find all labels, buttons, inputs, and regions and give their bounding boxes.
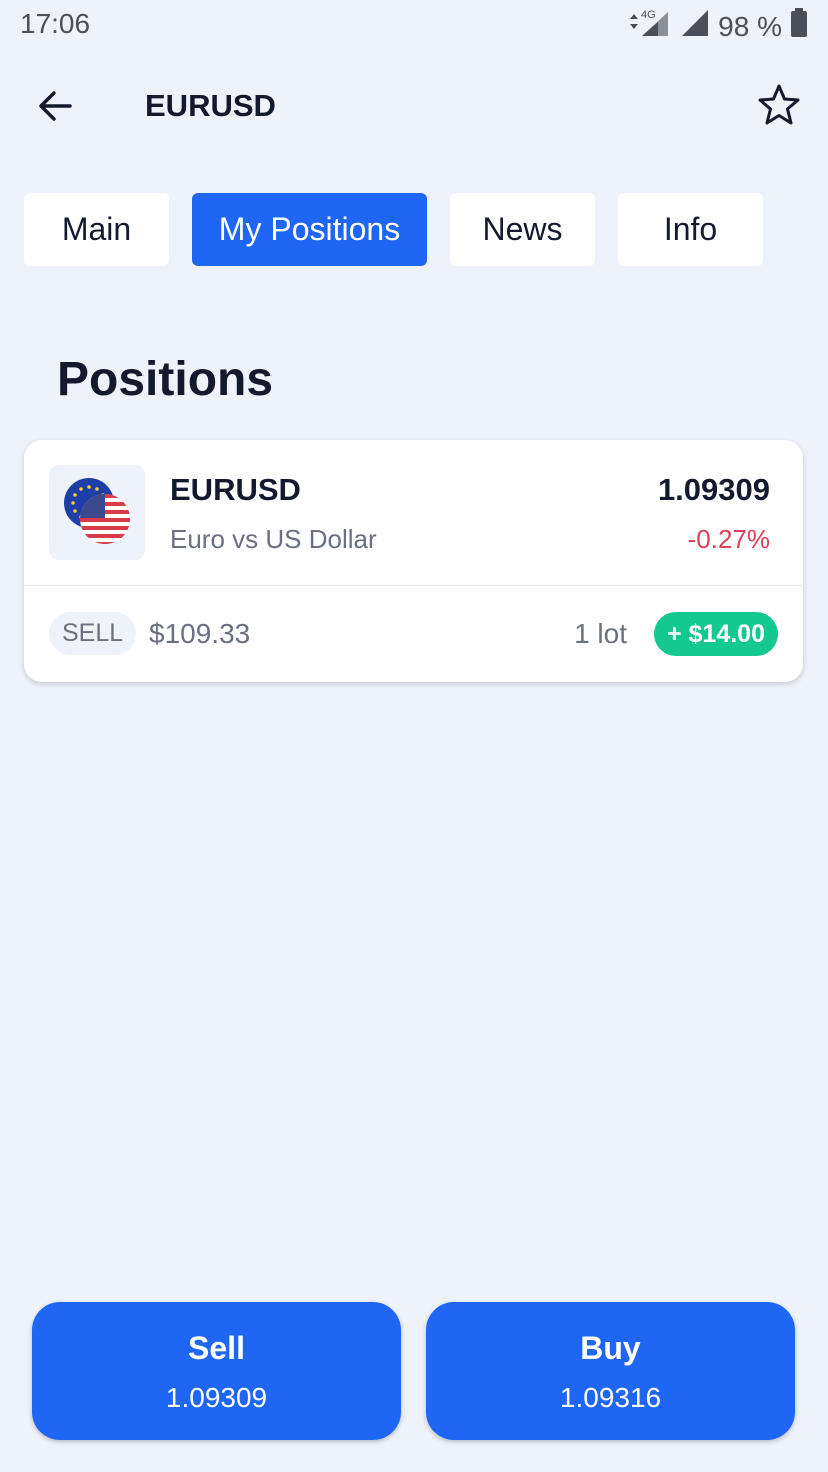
tab-my-positions[interactable]: My Positions <box>192 193 427 266</box>
status-bar: 17:06 4G 98 % <box>0 0 828 50</box>
network-signal-icon: 4G <box>628 8 672 45</box>
instrument-description: Euro vs US Dollar <box>170 524 377 554</box>
page-title: EURUSD <box>145 88 276 123</box>
instrument-price: 1.09309 <box>657 472 770 507</box>
buy-button[interactable]: Buy 1.09316 <box>426 1302 795 1440</box>
sell-button[interactable]: Sell 1.09309 <box>32 1302 401 1440</box>
position-instrument-row: EURUSD Euro vs US Dollar 1.09309 -0.27% <box>24 440 803 586</box>
tab-news[interactable]: News <box>450 193 595 266</box>
tab-info[interactable]: Info <box>618 193 763 266</box>
position-side-badge: SELL <box>49 612 137 655</box>
battery-icon <box>790 8 808 45</box>
sell-button-label: Sell <box>188 1330 245 1366</box>
sell-button-price: 1.09309 <box>165 1382 268 1413</box>
tab-main[interactable]: Main <box>24 193 169 266</box>
buy-button-price: 1.09316 <box>559 1382 662 1413</box>
position-amount: $109.33 <box>149 618 251 649</box>
network-type-label: 4G <box>641 9 656 21</box>
status-icons: 4G 98 % <box>628 8 808 45</box>
cell-signal-icon <box>680 8 710 45</box>
price-change: -0.27% <box>687 524 770 554</box>
status-time: 17:06 <box>20 8 91 39</box>
tab-bar: Main My Positions News Info <box>24 193 763 266</box>
back-arrow-icon[interactable] <box>34 84 78 128</box>
currency-pair-flag-icon <box>49 465 145 560</box>
section-title: Positions <box>57 353 274 406</box>
position-lot-size: 1 lot <box>574 618 627 649</box>
battery-percent: 98 % <box>718 10 782 42</box>
favorite-star-icon[interactable] <box>756 82 802 128</box>
position-card[interactable]: EURUSD Euro vs US Dollar 1.09309 -0.27% … <box>24 440 803 682</box>
top-app-bar: EURUSD <box>0 70 828 142</box>
instrument-symbol: EURUSD <box>170 472 301 507</box>
buy-button-label: Buy <box>580 1330 641 1366</box>
profit-loss-badge: + $14.00 <box>653 612 778 656</box>
